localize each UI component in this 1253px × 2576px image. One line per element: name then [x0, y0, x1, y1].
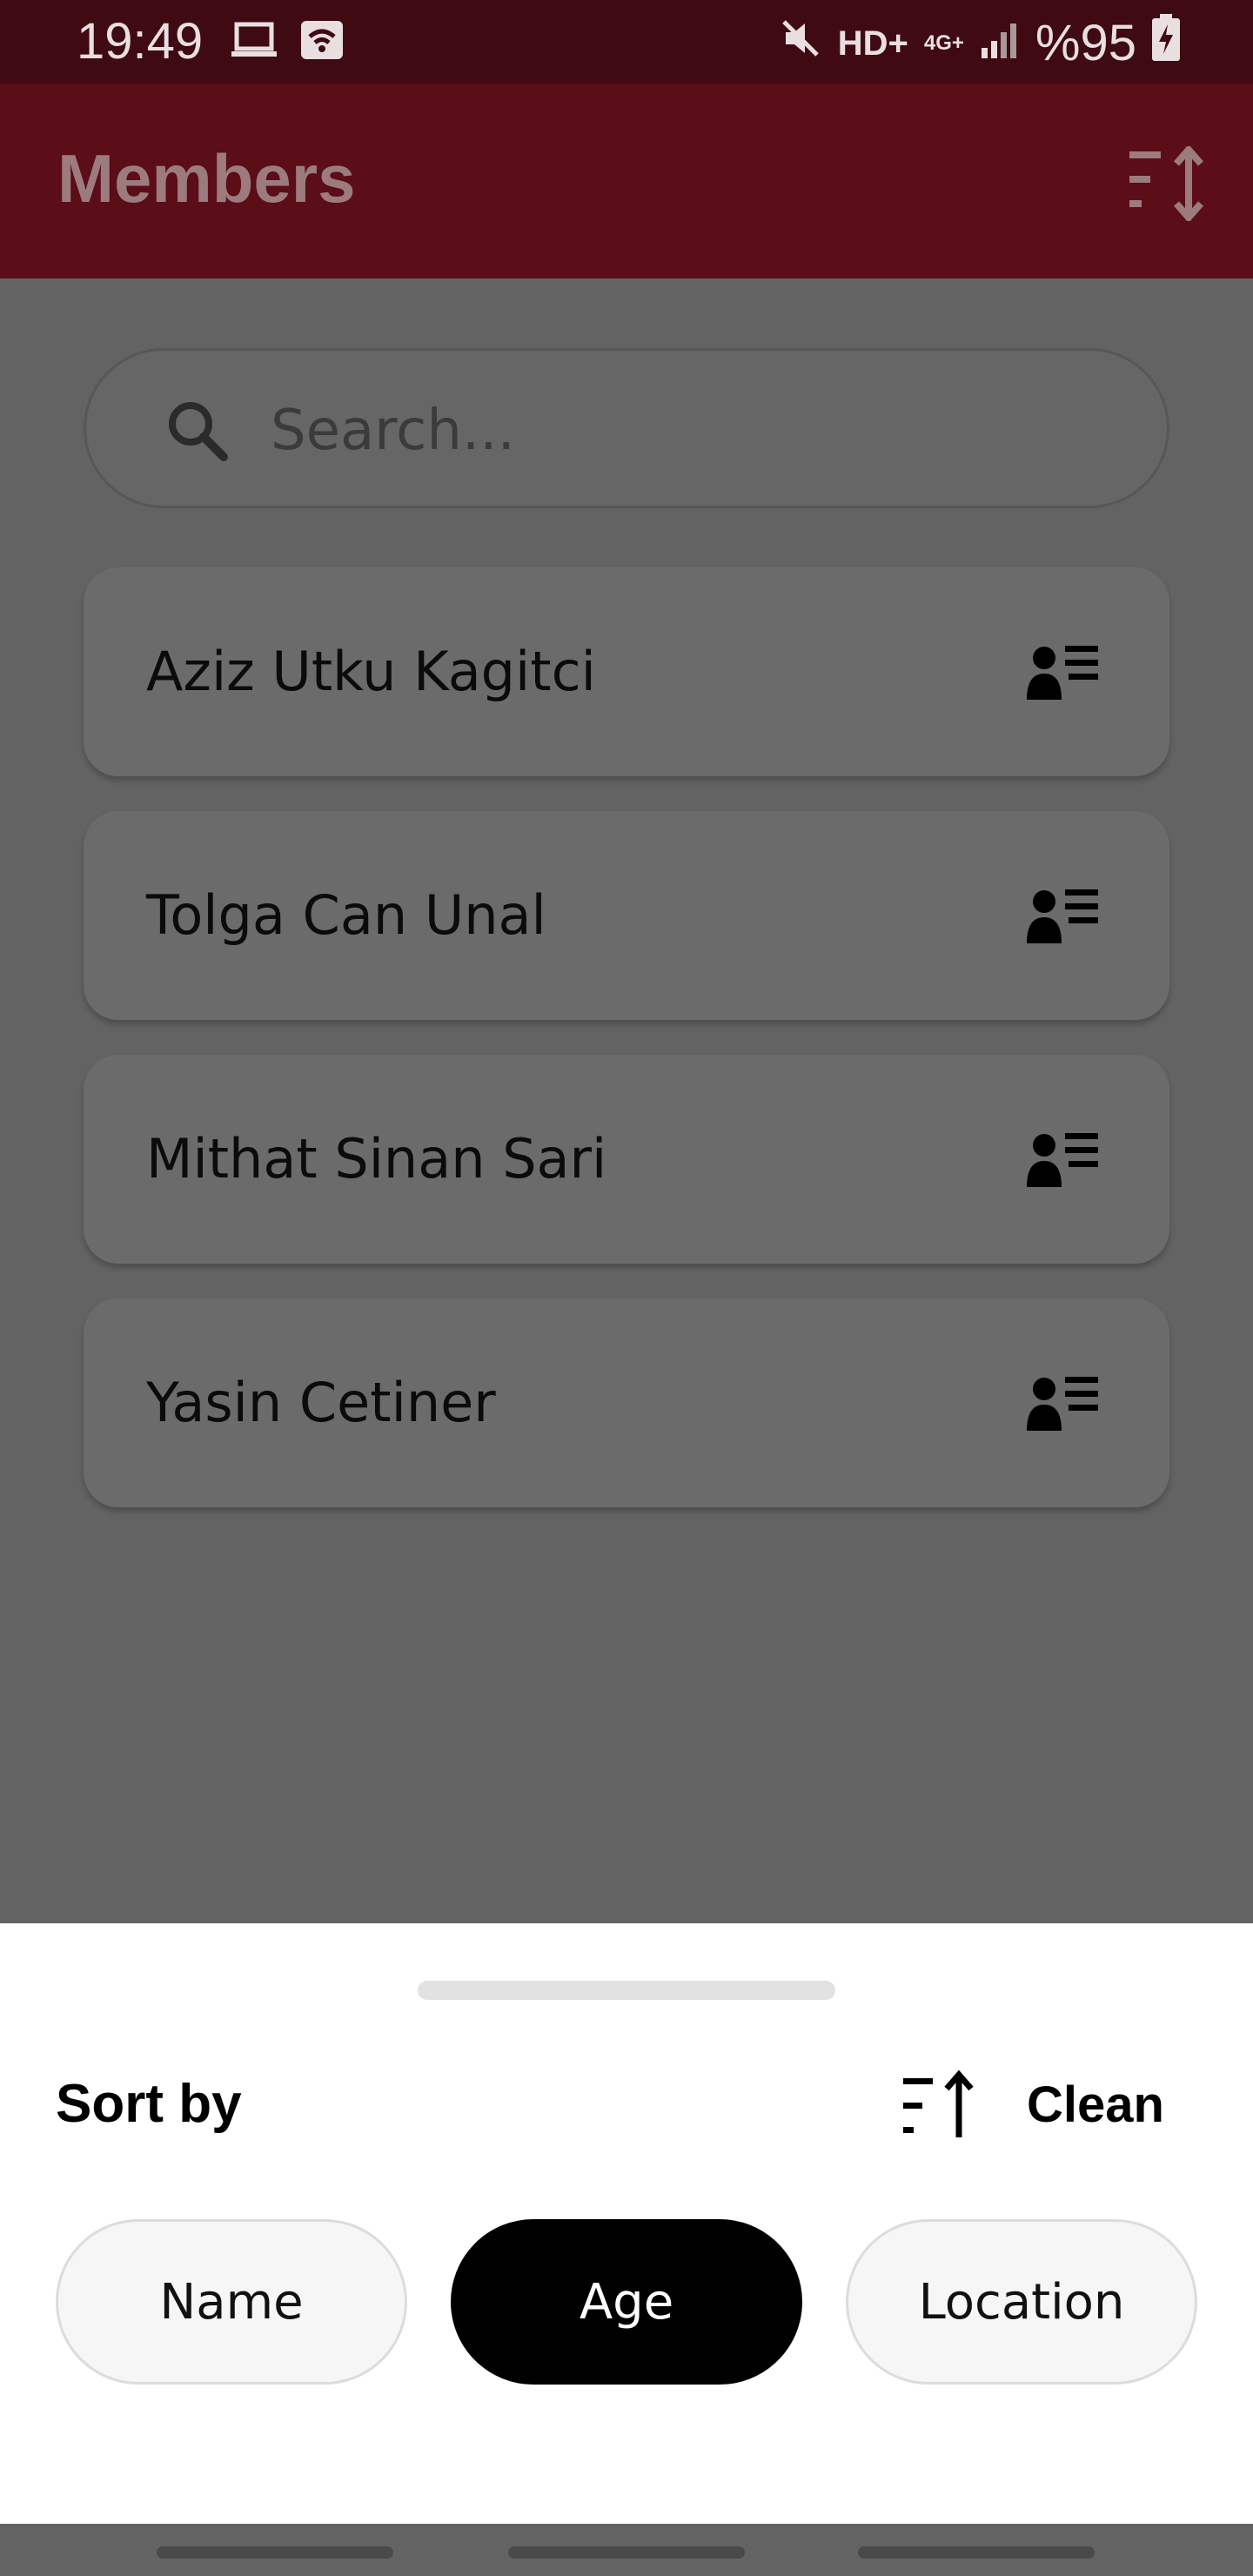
hd-label: HD+ — [837, 23, 908, 63]
page-title: Members — [57, 140, 356, 217]
list-item[interactable]: Aziz Utku Kagitci — [84, 567, 1169, 776]
nav-button-home[interactable] — [508, 2546, 745, 2559]
network-label: 4G+ — [923, 30, 964, 55]
search-bar[interactable] — [84, 348, 1169, 508]
wifi-icon — [301, 21, 343, 64]
search-icon — [163, 396, 232, 466]
list-item[interactable]: Yasin Cetiner — [84, 1298, 1169, 1507]
sheet-title: Sort by — [56, 2074, 242, 2134]
member-details-icon[interactable] — [1027, 1131, 1100, 1187]
status-time: 19:49 — [77, 13, 204, 70]
member-details-icon[interactable] — [1027, 888, 1100, 943]
list-item[interactable]: Mithat Sinan Sari — [84, 1055, 1169, 1264]
nav-button-left[interactable] — [157, 2546, 393, 2559]
search-input[interactable] — [271, 389, 1106, 473]
clean-button[interactable]: Clean — [1027, 2075, 1164, 2136]
sort-ascending-icon[interactable] — [901, 2070, 978, 2139]
sort-option-location[interactable]: Location — [846, 2219, 1197, 2385]
mute-icon — [779, 16, 822, 71]
member-name: Mithat Sinan Sari — [146, 1127, 607, 1191]
status-bar: 19:49 HD+ 4G+ %95 — [0, 0, 1253, 84]
member-name: Aziz Utku Kagitci — [146, 640, 596, 703]
battery-text: %95 — [1035, 14, 1136, 71]
member-details-icon[interactable] — [1027, 644, 1100, 700]
member-name: Yasin Cetiner — [146, 1371, 496, 1434]
battery-icon — [1152, 14, 1180, 72]
sort-options: Name Age Location — [56, 2219, 1197, 2385]
list-item[interactable]: Tolga Can Unal — [84, 811, 1169, 1020]
laptop-icon — [230, 21, 278, 64]
signal-icon — [980, 16, 1020, 71]
member-details-icon[interactable] — [1027, 1375, 1100, 1431]
nav-button-right[interactable] — [858, 2546, 1095, 2559]
sort-icon[interactable] — [1128, 144, 1209, 224]
sort-bottom-sheet: Sort by Clean Name Age Location — [0, 1923, 1253, 2524]
system-nav-bar — [0, 2524, 1253, 2576]
app-bar: Members — [0, 84, 1253, 278]
member-list: Aziz Utku Kagitci Tolga Can Unal Mithat … — [84, 567, 1169, 1542]
sheet-drag-handle[interactable] — [418, 1981, 835, 2000]
member-name: Tolga Can Unal — [146, 883, 546, 947]
sort-option-name[interactable]: Name — [56, 2219, 407, 2385]
sort-option-age[interactable]: Age — [451, 2219, 802, 2385]
